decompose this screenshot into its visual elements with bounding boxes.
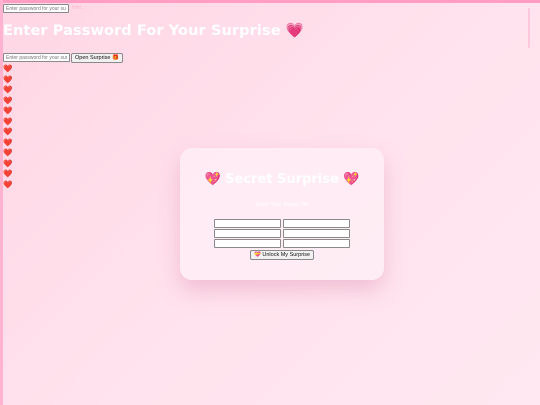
pin-input[interactable] — [283, 219, 350, 228]
heart-icon: ❤️ — [3, 85, 13, 94]
sparkling-heart-icon: 💖 — [204, 172, 221, 187]
pin-input[interactable] — [214, 229, 281, 238]
open-surprise-button[interactable]: Open Surprise 🎁 — [71, 53, 123, 63]
heart-icon: ❤️ — [3, 137, 13, 147]
pin-input[interactable] — [283, 239, 350, 248]
card-title-text: Secret Surprise — [225, 172, 339, 187]
card-title: 💖 Secret Surprise 💖 — [180, 172, 384, 187]
page-title-text: Enter Password For Your Surprise — [3, 23, 281, 39]
secret-surprise-card: 💖 Secret Surprise 💖 Enter Your Secret Pi… — [180, 148, 384, 280]
heart-icon: ❤️ — [3, 74, 13, 84]
pink-heart-icon: 💗 — [285, 23, 304, 39]
heart-icon: ❤️ — [3, 158, 13, 168]
heart-icon: ❤️ — [3, 95, 13, 105]
pin-input-grid — [214, 219, 350, 248]
page-title: Enter Password For Your Surprise 💗 — [3, 22, 304, 39]
heart-icon: ❤️ — [3, 116, 13, 126]
hint-text: Hint... — [72, 5, 86, 11]
heart-icon: ❤️ — [3, 64, 13, 73]
heart-icon: ❤️ — [3, 169, 13, 178]
hearts-list: ❤️ ❤️ ❤️ ❤️ ❤️ ❤️ ❤️ ❤️ ❤️ ❤️ ❤️ ❤️ — [3, 64, 12, 190]
sparkling-heart-icon: 💖 — [343, 172, 360, 187]
heart-icon: ❤️ — [3, 106, 13, 115]
top-accent-bar — [0, 0, 540, 3]
heart-icon: ❤️ — [3, 127, 13, 136]
pin-input[interactable] — [214, 239, 281, 248]
pin-input[interactable] — [283, 229, 350, 238]
top-password-input[interactable] — [3, 4, 69, 13]
card-subtitle: Enter Your Secret Pin — [255, 202, 309, 208]
pin-input[interactable] — [214, 219, 281, 228]
password-input[interactable] — [3, 53, 70, 62]
heart-icon: ❤️ — [3, 148, 13, 157]
unlock-surprise-button[interactable]: 💝 Unlock My Surprise — [250, 250, 315, 260]
scrollbar-thumb[interactable] — [528, 8, 530, 48]
heart-icon: ❤️ — [3, 179, 13, 189]
